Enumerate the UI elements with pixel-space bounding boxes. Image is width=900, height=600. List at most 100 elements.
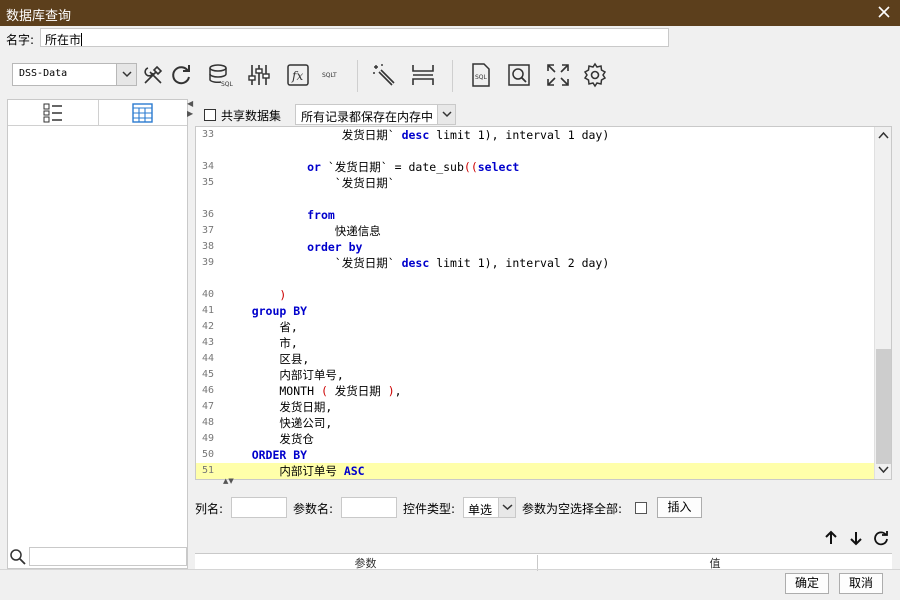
refresh-icon[interactable] bbox=[168, 62, 194, 88]
param-name-label: 参数名: bbox=[293, 502, 334, 516]
code-line[interactable]: 42 省, bbox=[196, 319, 874, 335]
text-caret bbox=[81, 33, 83, 46]
code-text: 市, bbox=[224, 336, 298, 350]
code-line[interactable]: 39 `发货日期` desc limit 1), interval 2 day) bbox=[196, 255, 874, 271]
column-name-label: 列名: bbox=[195, 502, 224, 516]
search-document-icon[interactable] bbox=[506, 62, 532, 88]
share-dataset-checkbox[interactable] bbox=[204, 109, 216, 121]
magic-wand-icon[interactable] bbox=[371, 62, 397, 88]
name-input[interactable]: 所在市 bbox=[40, 28, 669, 47]
control-type-select[interactable]: 单选 bbox=[463, 497, 516, 518]
editor-scrollbar[interactable] bbox=[874, 127, 891, 479]
empty-select-all-checkbox[interactable] bbox=[635, 502, 647, 514]
fullscreen-icon[interactable] bbox=[545, 62, 571, 88]
empty-select-all-label: 参数为空选择全部: bbox=[522, 502, 623, 516]
table-grid-icon[interactable] bbox=[132, 103, 153, 123]
sql-editor[interactable]: 33 发货日期` desc limit 1), interval 1 day) 3… bbox=[195, 126, 892, 480]
move-down-icon[interactable] bbox=[848, 530, 864, 546]
code-text: MONTH ( 发货日期 ), bbox=[224, 384, 402, 398]
line-number: 36 bbox=[201, 209, 214, 220]
storage-mode-value: 所有记录都保存在内存中 bbox=[301, 110, 434, 124]
svg-text:fx: fx bbox=[291, 69, 303, 83]
code-text: 快递公司, bbox=[224, 416, 333, 430]
editor-resize-handle[interactable]: ▲▼ bbox=[223, 477, 234, 485]
sql-file-icon[interactable]: SQL bbox=[468, 62, 494, 88]
wrench-screwdriver-icon[interactable] bbox=[140, 62, 166, 88]
chevron-down-icon[interactable] bbox=[116, 64, 136, 85]
move-up-icon[interactable] bbox=[823, 530, 839, 546]
code-line[interactable]: 49 发货仓 bbox=[196, 431, 874, 447]
code-text: ORDER BY bbox=[251, 448, 308, 462]
code-line[interactable]: 33 发货日期` desc limit 1), interval 1 day) bbox=[196, 127, 874, 143]
name-label: 名字: bbox=[6, 33, 35, 47]
ok-button[interactable]: 确定 bbox=[785, 573, 829, 594]
gear-icon[interactable] bbox=[582, 62, 608, 88]
scrollbar-thumb[interactable] bbox=[876, 349, 891, 464]
line-number: 47 bbox=[201, 401, 214, 412]
function-icon[interactable]: fx bbox=[285, 62, 311, 88]
line-number: 34 bbox=[201, 161, 214, 172]
line-number: 41 bbox=[201, 305, 214, 316]
code-line[interactable]: 45 内部订单号, bbox=[196, 367, 874, 383]
splitter-handle[interactable]: ◀ ▶ bbox=[187, 99, 193, 119]
code-text: 发货日期` desc limit 1), interval 1 day) bbox=[224, 128, 610, 142]
line-number: 51 bbox=[201, 465, 214, 476]
datasource-value: DSS-Data bbox=[19, 68, 68, 79]
chevron-down-icon[interactable] bbox=[437, 105, 455, 124]
sliders-icon[interactable] bbox=[246, 62, 272, 88]
footer-divider bbox=[0, 569, 900, 570]
code-text: `发货日期` desc limit 1), interval 2 day) bbox=[224, 256, 610, 270]
code-line[interactable]: 43 市, bbox=[196, 335, 874, 351]
line-number: 44 bbox=[201, 353, 214, 364]
code-line[interactable]: 51 内部订单号 ASC bbox=[196, 463, 874, 479]
sql-text-icon[interactable]: SQLT bbox=[319, 62, 345, 88]
svg-text:SQLT: SQLT bbox=[322, 72, 337, 79]
line-number: 35 bbox=[201, 177, 214, 188]
code-text: or `发货日期` = date_sub((select bbox=[307, 160, 520, 174]
code-text: 内部订单号 ASC bbox=[224, 464, 365, 478]
chevron-down-icon[interactable] bbox=[498, 498, 515, 517]
code-line[interactable]: 36 from bbox=[196, 207, 874, 223]
line-number: 48 bbox=[201, 417, 214, 428]
search-icon bbox=[10, 549, 26, 565]
code-line[interactable]: 47 发货日期, bbox=[196, 399, 874, 415]
param-table: 参数 值 bbox=[195, 553, 892, 571]
line-number: 46 bbox=[201, 385, 214, 396]
code-text: ) bbox=[279, 288, 287, 302]
list-view-icon[interactable] bbox=[43, 103, 63, 123]
scroll-down-icon[interactable] bbox=[878, 466, 889, 474]
window-title: 数据库查询 bbox=[6, 9, 72, 24]
share-dataset-label: 共享数据集 bbox=[221, 109, 282, 123]
code-line[interactable]: 38 order by bbox=[196, 239, 874, 255]
code-line[interactable]: 40 ) bbox=[196, 287, 874, 303]
code-line[interactable]: 50 ORDER BY bbox=[196, 447, 874, 463]
code-line[interactable]: 34 or `发货日期` = date_sub((select bbox=[196, 159, 874, 175]
grid-tab[interactable] bbox=[98, 100, 187, 126]
code-line[interactable]: 48 快递公司, bbox=[196, 415, 874, 431]
code-text: 内部订单号, bbox=[224, 368, 344, 382]
refresh-params-icon[interactable] bbox=[873, 530, 889, 546]
column-name-input[interactable] bbox=[231, 497, 287, 518]
database-sql-icon[interactable]: SQL bbox=[207, 62, 234, 88]
code-line[interactable]: 46 MONTH ( 发货日期 ), bbox=[196, 383, 874, 399]
datasource-select[interactable]: DSS-Data bbox=[12, 63, 137, 86]
search-input[interactable] bbox=[29, 547, 187, 566]
param-name-input[interactable] bbox=[341, 497, 397, 518]
insert-button[interactable]: 插入 bbox=[657, 497, 702, 518]
scroll-up-icon[interactable] bbox=[878, 131, 889, 139]
line-number: 38 bbox=[201, 241, 214, 252]
code-text: from bbox=[307, 208, 335, 222]
title-bar: 数据库查询 bbox=[0, 0, 900, 26]
code-line[interactable]: 35 `发货日期` bbox=[196, 175, 874, 191]
code-line[interactable]: 41 group BY bbox=[196, 303, 874, 319]
left-panel-tabs bbox=[8, 100, 187, 126]
cancel-button[interactable]: 取消 bbox=[839, 573, 883, 594]
svg-text:SQL: SQL bbox=[221, 81, 233, 88]
code-text: `发货日期` bbox=[224, 176, 395, 190]
code-line[interactable]: 44 区县, bbox=[196, 351, 874, 367]
split-rows-icon[interactable] bbox=[410, 62, 436, 88]
code-text: group BY bbox=[251, 304, 308, 318]
code-line[interactable]: 37 快递信息 bbox=[196, 223, 874, 239]
storage-mode-select[interactable]: 所有记录都保存在内存中 bbox=[295, 104, 456, 125]
close-icon[interactable] bbox=[874, 2, 894, 22]
